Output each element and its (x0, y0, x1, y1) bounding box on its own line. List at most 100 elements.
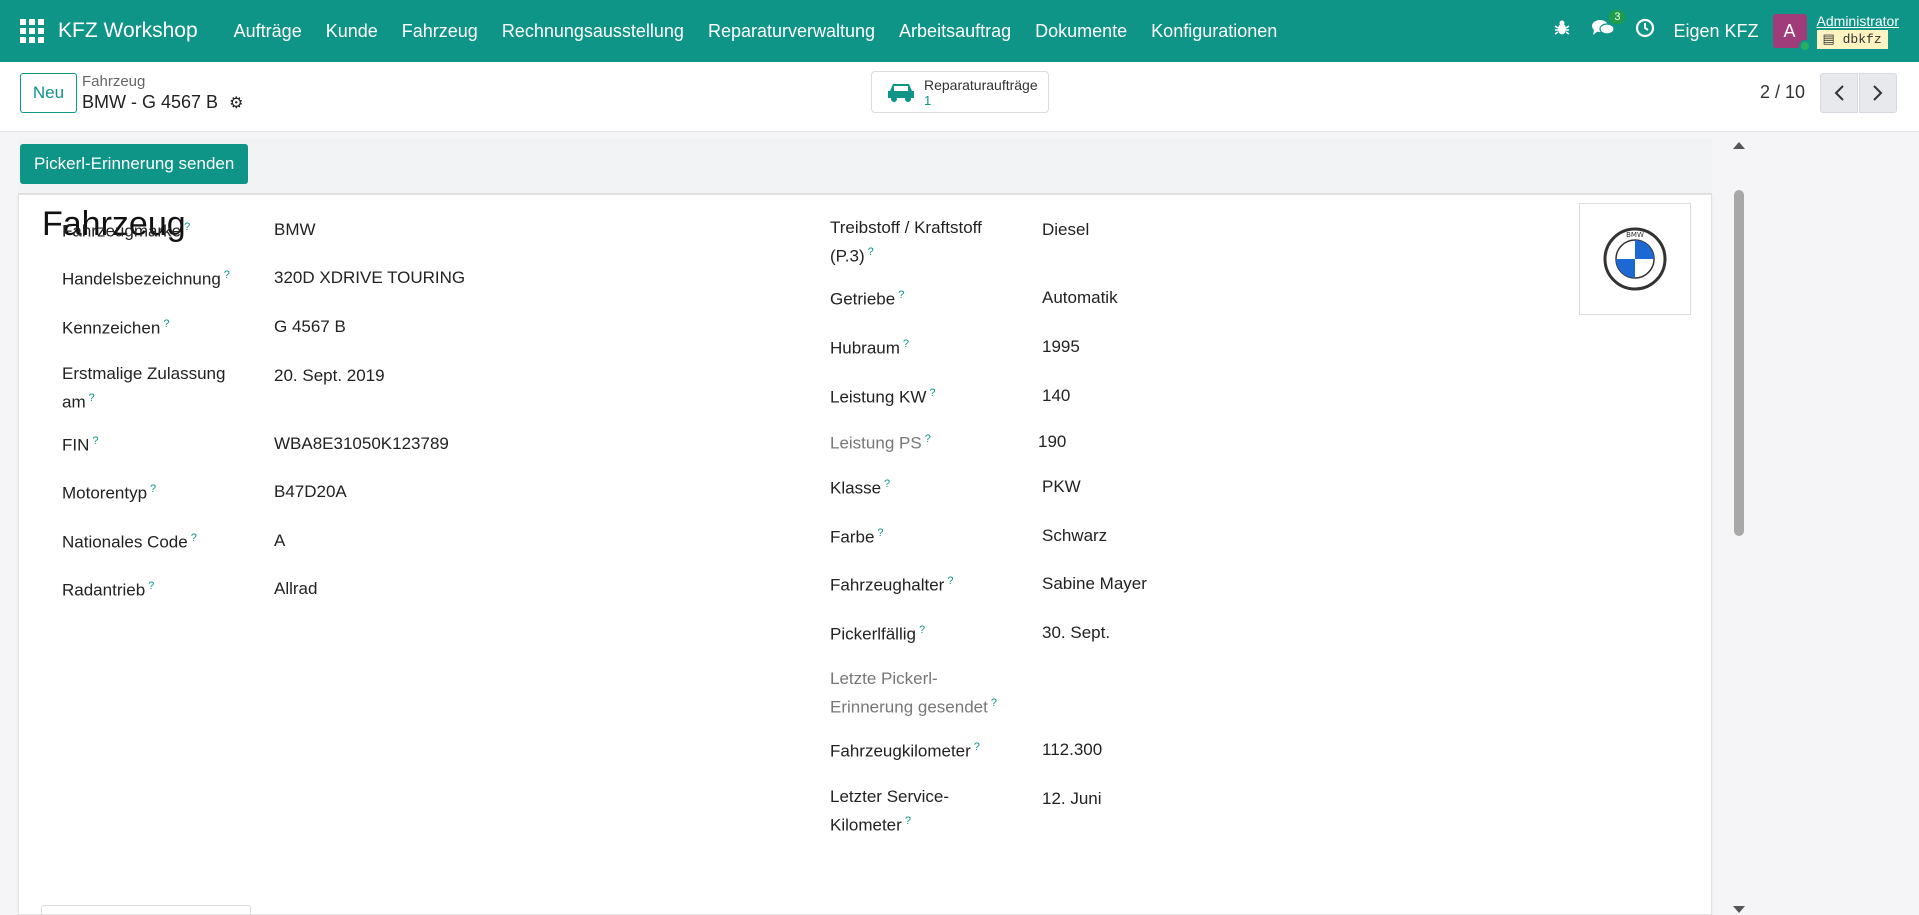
user-avatar[interactable]: A (1772, 14, 1811, 52)
activity-clock-icon[interactable] (1635, 18, 1655, 44)
value-erstzulassung[interactable]: 20. Sept. 2019 (274, 363, 385, 388)
menu-item-reparaturverwaltung[interactable]: Reparaturverwaltung (696, 21, 887, 42)
label-fahrzeugmarke: Fahrzeugmarke? (62, 221, 191, 241)
value-kennzeichen[interactable]: G 4567 B (274, 314, 346, 339)
value-fahrzeugmarke[interactable]: BMW (274, 217, 316, 242)
label-kennzeichen: Kennzeichen? (62, 318, 170, 338)
menu-item-konfigurationen[interactable]: Konfigurationen (1139, 21, 1289, 42)
label-fin: FIN? (62, 435, 99, 455)
value-fin[interactable]: WBA8E31050K123789 (274, 431, 449, 456)
breadcrumb-current: BMW - G 4567 B ⚙ (82, 92, 243, 113)
value-klasse[interactable]: PKW (1042, 474, 1081, 499)
scroll-up-arrow-icon[interactable] (1733, 142, 1745, 149)
label-motorentyp: Motorentyp? (62, 483, 157, 503)
help-icon[interactable]: ? (919, 624, 925, 636)
label-leistung-kw: Leistung KW? (830, 387, 936, 407)
menu-item-arbeitsauftrag[interactable]: Arbeitsauftrag (887, 21, 1023, 42)
chevron-right-icon (1873, 85, 1883, 101)
help-icon[interactable]: ? (89, 392, 95, 404)
help-icon[interactable]: ? (148, 580, 154, 592)
logo-text: BMW (1626, 231, 1644, 239)
apps-menu-icon[interactable] (20, 19, 44, 43)
repair-orders-smart-button[interactable]: Reparaturaufträge 1 (871, 71, 1049, 113)
value-pickerlfaellig[interactable]: 30. Sept. (1042, 620, 1110, 645)
value-motorentyp[interactable]: B47D20A (274, 479, 347, 504)
send-pickerl-reminder-button[interactable]: Pickerl-Erinnerung senden (20, 144, 249, 184)
user-menu[interactable]: Administrator ▤ dbkfz (1816, 13, 1899, 49)
value-treibstoff[interactable]: Diesel (1042, 217, 1089, 242)
notebook-tab[interactable] (41, 905, 251, 915)
gear-icon[interactable]: ⚙ (229, 93, 243, 113)
breadcrumb-parent[interactable]: Fahrzeug (82, 73, 145, 90)
menu-item-auftraege[interactable]: Aufträge (222, 21, 314, 42)
menu-item-fahrzeug[interactable]: Fahrzeug (390, 21, 490, 42)
scrollbar-thumb[interactable] (1734, 190, 1744, 536)
avatar-letter: A (1783, 20, 1796, 41)
user-name[interactable]: Administrator (1817, 13, 1899, 29)
help-icon[interactable]: ? (191, 532, 197, 544)
label-treibstoff: Treibstoff / Kraftstoff (P.3)? (830, 218, 982, 266)
help-icon[interactable]: ? (898, 289, 904, 301)
help-icon[interactable]: ? (150, 483, 156, 495)
help-icon[interactable]: ? (903, 338, 909, 350)
help-icon[interactable]: ? (224, 269, 230, 281)
value-hubraum[interactable]: 1995 (1042, 334, 1080, 359)
label-erstzulassung: Erstmalige Zulassung am? (62, 364, 226, 412)
label-fahrzeughalter: Fahrzeughalter? (830, 575, 954, 595)
messages-count-badge: 3 (1609, 10, 1626, 24)
help-icon[interactable]: ? (163, 318, 169, 330)
vertical-scrollbar[interactable] (1732, 138, 1746, 915)
help-icon[interactable]: ? (884, 478, 890, 490)
help-icon[interactable]: ? (947, 575, 953, 587)
label-handelsbezeichnung: Handelsbezeichnung? (62, 269, 230, 289)
pager-value[interactable]: 2 / 10 (1760, 82, 1805, 103)
help-icon[interactable]: ? (974, 741, 980, 753)
help-icon[interactable]: ? (92, 435, 98, 447)
messages-chat-icon[interactable]: 3 (1591, 10, 1626, 44)
value-getriebe[interactable]: Automatik (1042, 285, 1118, 310)
value-radantrieb[interactable]: Allrad (274, 576, 317, 601)
value-leistung-kw[interactable]: 140 (1042, 383, 1070, 408)
value-nationales-code[interactable]: A (274, 528, 285, 553)
navbar-systray: 3 Eigen KFZ A Administrator ▤ dbkfz (1543, 0, 1899, 62)
value-fahrzeughalter[interactable]: Sabine Mayer (1042, 571, 1147, 596)
app-brand[interactable]: KFZ Workshop (58, 19, 198, 43)
company-switcher[interactable]: Eigen KFZ (1673, 21, 1758, 42)
label-nationales-code: Nationales Code? (62, 532, 197, 552)
value-letzter-service-km[interactable]: 12. Juni (1042, 786, 1102, 811)
online-status-icon (1798, 40, 1811, 52)
label-klasse: Klasse? (830, 478, 891, 498)
scroll-down-arrow-icon[interactable] (1733, 906, 1745, 913)
database-name: dbkfz (1842, 32, 1882, 47)
pager-next-button[interactable] (1859, 73, 1897, 113)
debug-bug-icon[interactable] (1553, 19, 1571, 43)
help-icon[interactable]: ? (991, 697, 997, 709)
main-menu: Aufträge Kunde Fahrzeug Rechnungsausstel… (222, 21, 1290, 42)
help-icon[interactable]: ? (905, 815, 911, 827)
database-tag: ▤ dbkfz (1816, 30, 1888, 49)
value-handelsbezeichnung[interactable]: 320D XDRIVE TOURING (274, 265, 465, 290)
value-fahrzeugkilometer[interactable]: 112.300 (1042, 737, 1102, 762)
form-statusbar: Pickerl-Erinnerung senden (18, 138, 1712, 194)
bmw-logo-icon: BMW (1603, 227, 1667, 291)
record-name: BMW - G 4567 B (82, 92, 219, 112)
menu-item-dokumente[interactable]: Dokumente (1023, 21, 1139, 42)
new-record-button[interactable]: Neu (20, 73, 77, 113)
label-letzter-service-km: Letzter Service- Kilometer? (830, 787, 950, 835)
help-icon[interactable]: ? (929, 387, 935, 399)
chevron-left-icon (1834, 85, 1844, 101)
value-farbe[interactable]: Schwarz (1042, 523, 1107, 548)
top-navbar: KFZ Workshop Aufträge Kunde Fahrzeug Rec… (0, 0, 1919, 62)
smart-button-label: Reparaturaufträge (924, 76, 1038, 93)
pager-previous-button[interactable] (1820, 73, 1858, 113)
menu-item-rechnungsausstellung[interactable]: Rechnungsausstellung (490, 21, 696, 42)
help-icon[interactable]: ? (925, 433, 931, 445)
help-icon[interactable]: ? (868, 246, 874, 258)
help-icon[interactable]: ? (184, 221, 190, 233)
help-icon[interactable]: ? (877, 527, 883, 539)
menu-item-kunde[interactable]: Kunde (314, 21, 390, 42)
control-panel: Neu Fahrzeug BMW - G 4567 B ⚙ Reparatura… (0, 62, 1919, 132)
vehicle-brand-logo[interactable]: BMW (1579, 203, 1691, 315)
label-leistung-ps: Leistung PS? (830, 433, 931, 453)
label-fahrzeugkilometer: Fahrzeugkilometer? (830, 741, 980, 761)
